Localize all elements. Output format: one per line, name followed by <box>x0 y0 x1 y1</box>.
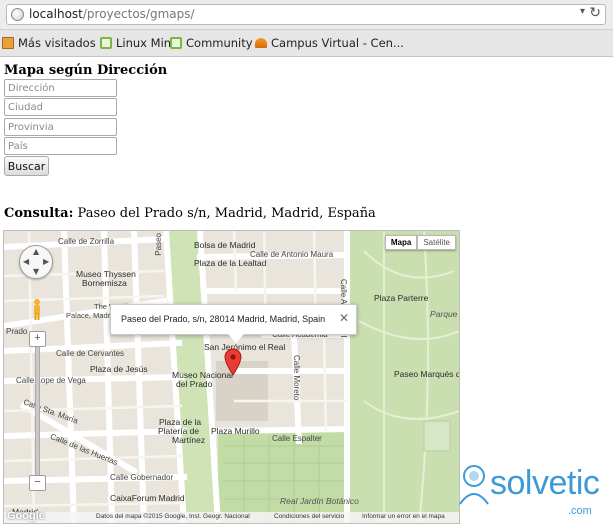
reload-icon[interactable]: ↻ <box>589 5 601 21</box>
map-label: del Prado <box>176 379 213 389</box>
infowindow-tail <box>228 334 244 343</box>
bookmark-community[interactable]: Community <box>170 36 253 50</box>
map-label: Calle de Antonio Maura <box>250 250 334 259</box>
url-dropdown-icon[interactable]: ▾ <box>580 6 585 17</box>
google-map[interactable]: Calle de Zorrilla Paseo Bolsa de Madrid … <box>3 230 460 524</box>
map-label: Calle Moreto <box>292 355 301 401</box>
map-label: Bolsa de Madrid <box>194 240 256 250</box>
page-content: Mapa según Dirección Buscar Consulta: Pa… <box>0 57 613 530</box>
url-host: localhost <box>29 7 83 21</box>
map-label: Calle de Cervantes <box>56 349 125 358</box>
watermark-suffix: .com <box>568 505 592 517</box>
map-label: Plaza Murillo <box>211 426 260 436</box>
map-label: Parque o <box>430 309 459 319</box>
pan-left-icon[interactable]: ◀ <box>23 258 29 266</box>
direccion-field[interactable] <box>4 79 117 97</box>
moodle-icon <box>255 38 267 48</box>
map-label: Paseo Marqués de <box>394 369 460 379</box>
map-marker-icon[interactable] <box>224 348 242 376</box>
provincia-field[interactable] <box>4 118 117 136</box>
map-label: Calle de Zorrilla <box>58 237 115 246</box>
url-text: localhost/proyectos/gmaps/ <box>29 7 195 21</box>
bookmark-mas-visitados[interactable]: Más visitados ▼ <box>2 36 106 50</box>
map-label: Bornemisza <box>82 278 127 288</box>
map-label: Plaza de la Lealtad <box>194 258 267 268</box>
bookmark-linux-mint[interactable]: Linux Mint <box>100 36 176 50</box>
watermark-brand: solvetic <box>490 464 600 502</box>
pan-right-icon[interactable]: ▶ <box>43 258 49 266</box>
infowindow-address: Paseo del Prado, s/n, 28014 Madrid, Madr… <box>121 314 326 324</box>
consulta-line: Consulta: Paseo del Prado s/n, Madrid, M… <box>4 206 376 221</box>
solvetic-watermark: solvetic .com <box>454 462 604 524</box>
map-label: Paseo <box>154 233 163 256</box>
consulta-value: Paseo del Prado s/n, Madrid, Madrid, Esp… <box>77 206 376 221</box>
map-label: Prado <box>6 327 28 336</box>
page-title: Mapa según Dirección <box>4 63 168 78</box>
terms-link[interactable]: Condiciones del servicio <box>274 513 344 520</box>
bookmarks-toolbar: Más visitados ▼ Linux Mint Community Cam… <box>0 30 613 57</box>
folder-icon <box>2 37 14 49</box>
report-error-link[interactable]: Informar un error en el mapa <box>362 513 445 520</box>
map-type-control: Mapa Satélite <box>384 235 456 250</box>
map-label: Martínez <box>172 435 206 445</box>
url-input[interactable]: localhost/proyectos/gmaps/ ▾ ↻ <box>6 4 606 25</box>
bookmark-label: Más visitados <box>18 36 96 50</box>
solvetic-logo-icon <box>459 465 489 505</box>
map-data-credit: Datos del mapa ©2015 Google, Inst. Geogr… <box>96 513 250 520</box>
map-label: Real Jardín Botánico <box>280 496 359 506</box>
pais-field[interactable] <box>4 137 117 155</box>
bookmark-campus-virtual[interactable]: Campus Virtual - Cen... <box>255 36 404 50</box>
map-label: Calle Lope de Vega <box>16 376 86 385</box>
map-label: Plaza Parterre <box>374 293 429 303</box>
mint-icon <box>170 37 182 49</box>
bookmark-label: Community <box>186 36 253 50</box>
map-type-map-button[interactable]: Mapa <box>384 235 418 250</box>
map-attribution: Datos del mapa ©2015 Google, Inst. Geogr… <box>4 512 459 523</box>
map-label: Palace, Madrid <box>66 311 117 320</box>
bookmark-label: Linux Mint <box>116 36 176 50</box>
map-label: CaixaForum Madrid <box>110 493 185 503</box>
ciudad-field[interactable] <box>4 98 117 116</box>
globe-icon <box>11 8 24 21</box>
map-label: Plaza de Jesús <box>90 364 148 374</box>
map-type-satellite-button[interactable]: Satélite <box>417 235 456 250</box>
consulta-label: Consulta: <box>4 206 74 221</box>
zoom-out-button[interactable]: − <box>29 475 46 491</box>
buscar-button[interactable]: Buscar <box>4 156 49 176</box>
close-icon[interactable]: ✕ <box>339 311 349 325</box>
map-label: Calle Gobernador <box>110 473 174 482</box>
pan-control[interactable]: ▲ ▼ ◀ ▶ <box>19 245 53 279</box>
google-logo: Google <box>7 510 45 522</box>
mint-icon <box>100 37 112 49</box>
map-infowindow: Paseo del Prado, s/n, 28014 Madrid, Madr… <box>110 304 357 343</box>
pan-down-icon[interactable]: ▼ <box>33 268 39 276</box>
zoom-in-button[interactable]: + <box>29 331 46 347</box>
map-label: San Jerónimo el Real <box>204 342 286 352</box>
map-label: Calle Espalter <box>272 434 322 443</box>
url-path: /proyectos/gmaps/ <box>82 7 195 21</box>
pan-up-icon[interactable]: ▲ <box>33 248 39 256</box>
address-bar-area: localhost/proyectos/gmaps/ ▾ ↻ <box>0 0 613 30</box>
zoom-slider[interactable] <box>35 335 40 485</box>
pegman-icon[interactable] <box>32 299 42 321</box>
bookmark-label: Campus Virtual - Cen... <box>271 36 404 50</box>
